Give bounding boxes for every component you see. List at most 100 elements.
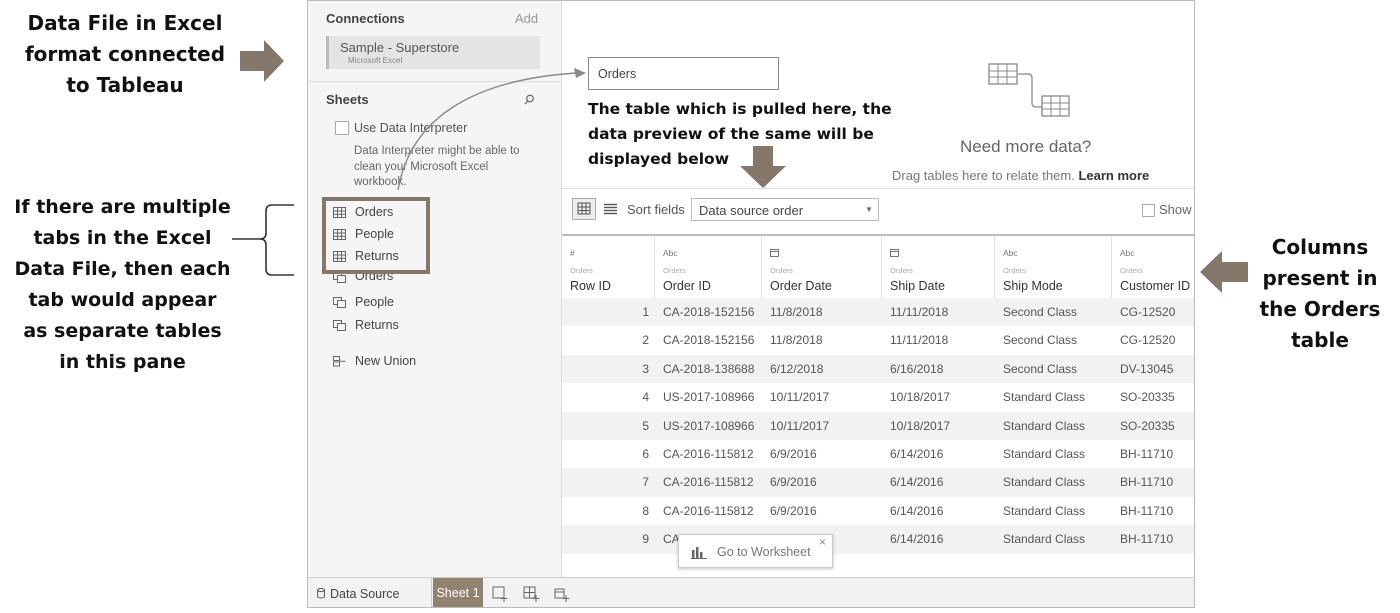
- connection-name: Sample - Superstore: [340, 40, 460, 55]
- string-type-icon[interactable]: Abc: [1120, 248, 1135, 258]
- table-cell: 1: [642, 305, 649, 319]
- close-icon[interactable]: ×: [819, 535, 826, 549]
- table-cell: Standard Class: [1003, 532, 1086, 547]
- tab-sheet-1[interactable]: Sheet 1: [433, 578, 483, 607]
- new-union-item[interactable]: New Union: [333, 352, 416, 370]
- table-cell: CG-12520: [1120, 333, 1176, 348]
- column-header[interactable]: Orders Ship Date: [882, 236, 995, 299]
- go-to-worksheet-popup[interactable]: Go to Worksheet ×: [678, 534, 833, 568]
- table-cell: Second Class: [1003, 361, 1078, 376]
- column-source: Orders: [770, 266, 793, 275]
- sheets-highlight-box: [322, 197, 430, 274]
- column-header[interactable]: Abc Orders Customer ID: [1112, 236, 1194, 299]
- table-row: 9CA-2016-1158126/9/20166/14/2016Standard…: [562, 525, 1194, 554]
- grid-view-button[interactable]: [572, 198, 596, 220]
- annotation-line: tab would appear: [28, 289, 217, 311]
- table-cell: 4: [642, 390, 649, 405]
- named-range-label: People: [355, 295, 394, 309]
- new-worksheet-icon[interactable]: [492, 586, 509, 602]
- tab-data-source[interactable]: Data Source: [308, 578, 432, 607]
- annotation-arrow-right-icon: [240, 40, 284, 82]
- column-header[interactable]: Abc Orders Order ID: [655, 236, 762, 299]
- grid-toolbar: Sort fields Data source order ▼ Show: [562, 191, 1194, 229]
- named-range-item-returns[interactable]: Returns: [333, 316, 399, 334]
- annotation-arrow-down-icon: [740, 146, 786, 188]
- table-cell: BH-11710: [1120, 503, 1174, 518]
- column-name: Order ID: [663, 279, 711, 293]
- annotation-line: The table which is pulled here, the: [588, 100, 892, 118]
- annotation-line: to Tableau: [66, 73, 184, 97]
- table-cell: CG-12520: [1120, 305, 1176, 319]
- tab-data-source-label: Data Source: [330, 587, 400, 601]
- column-source: Orders: [890, 266, 913, 275]
- named-range-item-people[interactable]: People: [333, 293, 394, 311]
- column-header[interactable]: # Orders Row ID: [562, 236, 655, 299]
- table-cell: 6/14/2016: [890, 532, 944, 547]
- list-view-icon[interactable]: [604, 203, 617, 215]
- annotation-line: format connected: [24, 42, 226, 66]
- table-cell: 6/12/2018: [770, 361, 824, 376]
- string-type-icon[interactable]: Abc: [1003, 248, 1018, 258]
- annotation-line: Columns: [1271, 235, 1369, 259]
- annotation-line: If there are multiple: [14, 196, 231, 218]
- named-range-icon: [333, 296, 346, 308]
- grid-icon: [577, 202, 591, 215]
- table-cell: Second Class: [1003, 333, 1078, 348]
- string-type-icon[interactable]: Abc: [663, 248, 678, 258]
- column-header[interactable]: Orders Order Date: [762, 236, 882, 299]
- table-cell: 6: [642, 447, 649, 461]
- new-story-icon[interactable]: [554, 586, 571, 602]
- bar-chart-icon: [691, 547, 707, 559]
- table-cell: CA-2018-138688: [663, 361, 755, 376]
- table-pill-orders[interactable]: Orders: [588, 57, 779, 90]
- column-name: Customer ID: [1120, 279, 1191, 293]
- use-data-interpreter-checkbox[interactable]: [335, 121, 349, 135]
- sort-fields-value: Data source order: [699, 203, 804, 218]
- table-cell: 10/11/2017: [770, 390, 830, 405]
- learn-more-link[interactable]: Learn more: [1078, 168, 1149, 183]
- annotation-line: Data File, then each: [14, 258, 231, 280]
- column-source: Orders: [570, 266, 593, 275]
- annotation-line: the Orders: [1259, 297, 1381, 321]
- table-cell: 5: [642, 418, 649, 433]
- table-cell: 10/18/2017: [890, 418, 951, 433]
- table-cell: US-2017-108966: [663, 418, 755, 433]
- need-more-data-sub: Drag tables here to relate them.: [892, 168, 1075, 183]
- annotation-line: tabs in the Excel: [33, 227, 212, 249]
- add-connection-link[interactable]: Add: [515, 11, 538, 26]
- calendar-icon[interactable]: [890, 248, 899, 259]
- column-name: Row ID: [570, 279, 611, 293]
- calendar-icon[interactable]: [770, 248, 779, 259]
- union-icon: [333, 355, 346, 366]
- annotation-arrow-left-icon: [1200, 251, 1248, 293]
- annotation-line: present in: [1262, 266, 1378, 290]
- table-cell: 3: [642, 361, 649, 376]
- table-cell: Standard Class: [1003, 503, 1086, 518]
- table-row: 2 CA-2018-152156 11/8/2018 11/11/2018 Second…: [562, 326, 1194, 354]
- column-header[interactable]: Abc Orders Ship Mode: [995, 236, 1112, 299]
- table-cell: Standard Class: [1003, 390, 1086, 405]
- sheets-title: Sheets: [326, 92, 369, 107]
- show-aliases-checkbox[interactable]: [1142, 204, 1155, 217]
- table-cell: Second Class: [1003, 305, 1078, 319]
- column-name: Order Date: [770, 279, 832, 293]
- column-source: Orders: [1120, 266, 1143, 275]
- new-dashboard-icon[interactable]: [523, 586, 540, 602]
- table-cell: SO-20335: [1120, 418, 1175, 433]
- number-type-icon[interactable]: #: [570, 248, 575, 258]
- relate-tables-icon: [988, 63, 1070, 117]
- table-cell: 11/8/2018: [770, 333, 823, 348]
- table-cell: Standard Class: [1003, 418, 1086, 433]
- table-row: 7 CA-2016-115812 6/9/2016 6/14/2016 Standard…: [562, 468, 1194, 497]
- table-cell: CA-2018-152156: [663, 333, 755, 348]
- annotation-line: table: [1291, 328, 1349, 352]
- table-cell: 11/11/2018: [890, 333, 949, 348]
- database-icon: [317, 588, 325, 599]
- table-cell: 6/9/2016: [770, 503, 817, 518]
- table-row: 1 CA-2018-152156 11/8/2018 11/11/2018 Second…: [562, 298, 1194, 327]
- sort-fields-dropdown[interactable]: Data source order ▼: [691, 198, 879, 221]
- table-cell: 6/14/2016: [890, 447, 944, 461]
- grid-header-row: # Orders Row ID Abc Orders Order ID Orders Orde…: [562, 234, 1194, 299]
- table-cell: BH-11710: [1120, 532, 1174, 547]
- table-cell: 6/9/2016: [770, 475, 817, 490]
